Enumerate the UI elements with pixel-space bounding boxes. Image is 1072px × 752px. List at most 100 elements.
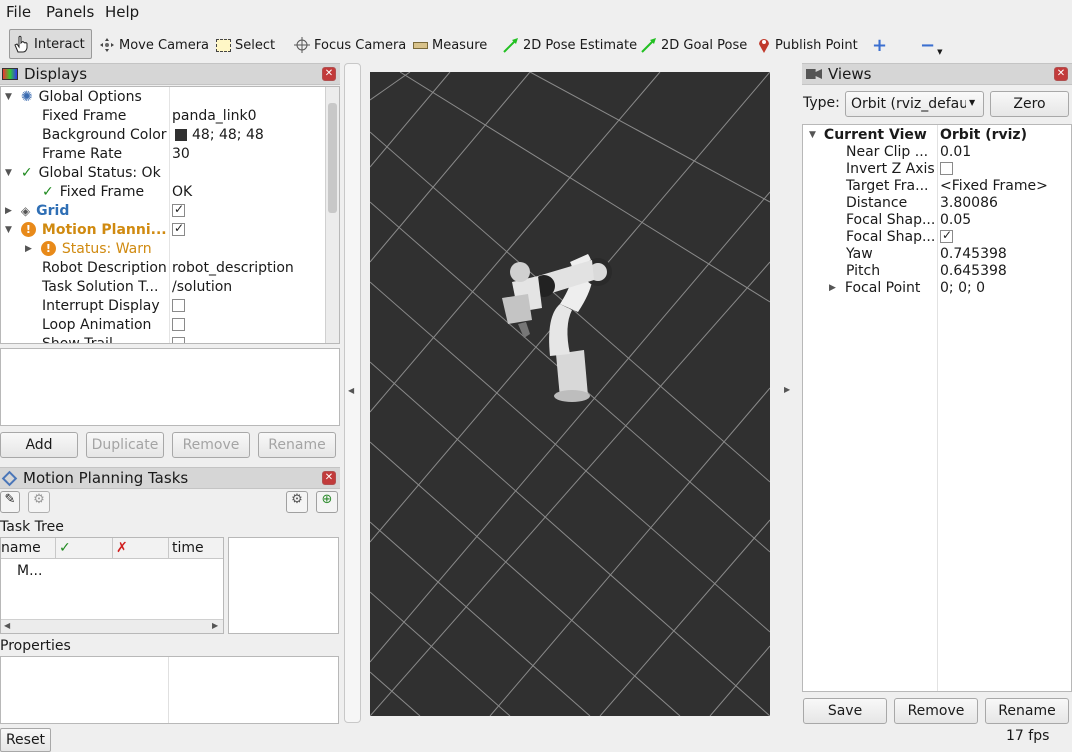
gears-icon[interactable]: ⚙	[286, 491, 308, 513]
right-splitter[interactable]: ▶	[778, 63, 798, 723]
robot-description-label: Robot Description	[42, 259, 167, 276]
menu-help[interactable]: Help	[105, 3, 139, 21]
checkbox[interactable]	[940, 162, 953, 175]
show-trail-label: Show Trail	[42, 335, 113, 344]
remove-display-button[interactable]: Remove	[172, 432, 250, 458]
minus-icon: −	[920, 34, 936, 56]
task-solution-label: Task Solution T...	[42, 278, 159, 295]
chevron-down-icon[interactable]: ▼	[5, 92, 12, 102]
status-warn-row[interactable]: ▶ ! Status: Warn	[25, 239, 152, 258]
measure-tool[interactable]: Measure	[413, 34, 487, 56]
frame-rate-value[interactable]: 30	[172, 144, 190, 163]
save-view-button[interactable]: Save	[803, 698, 887, 724]
horizontal-scrollbar[interactable]: ◀ ▶	[1, 619, 223, 633]
motion-planning-row[interactable]: ▼ ! Motion Planni...	[5, 220, 167, 239]
zero-button[interactable]: Zero	[990, 91, 1069, 117]
fixed-frame-value[interactable]: panda_link0	[172, 106, 256, 125]
col-ok-header[interactable]: ✓	[59, 540, 71, 556]
close-icon[interactable]: ✕	[322, 67, 336, 81]
view-type-select[interactable]: Orbit (rviz_defau ▼	[845, 91, 984, 117]
green-arrow-icon	[503, 38, 518, 53]
reset-button[interactable]: Reset	[0, 728, 51, 752]
interrupt-display-label: Interrupt Display	[42, 297, 160, 314]
diamond-icon	[1, 470, 18, 486]
scroll-handle[interactable]	[328, 103, 337, 213]
chevron-right-icon[interactable]: ▶	[829, 283, 836, 293]
menu-bar: File Panels Help	[0, 0, 1072, 24]
goal-pose-tool[interactable]: 2D Goal Pose	[641, 34, 747, 56]
background-color-value[interactable]: 48; 48; 48	[175, 125, 264, 144]
table-row[interactable]: M...	[17, 561, 42, 580]
views-title-bar: Views ✕	[802, 63, 1072, 85]
motion-planning-enabled-checkbox[interactable]	[172, 220, 185, 239]
chevron-left-icon[interactable]: ◀	[348, 386, 354, 395]
chevron-down-icon[interactable]: ▼	[809, 130, 816, 140]
chevron-down-icon[interactable]: ▼	[5, 168, 12, 178]
edit-icon[interactable]: ✎	[0, 491, 20, 513]
scrollbar[interactable]	[325, 87, 339, 343]
checkbox[interactable]	[940, 228, 953, 243]
col-name-header[interactable]: name	[1, 540, 41, 556]
global-options-label: Global Options	[38, 88, 142, 105]
gear-icon: ✺	[20, 88, 33, 105]
render-viewport[interactable]	[370, 72, 770, 716]
view-type-label: Type:	[803, 95, 840, 111]
plus-icon: +	[872, 34, 888, 56]
displays-title-bar: Displays ✕	[0, 63, 340, 85]
task-tree-label: Task Tree	[0, 519, 64, 535]
color-swatch	[175, 128, 187, 141]
status-fixed-frame-label: Fixed Frame	[59, 183, 145, 200]
checkbox[interactable]	[172, 221, 185, 236]
select-tool[interactable]: Select	[216, 34, 275, 56]
task-solution-value[interactable]: /solution	[172, 277, 232, 296]
ruler-icon	[413, 41, 428, 49]
add-display-button[interactable]: Add	[0, 432, 78, 458]
show-trail-checkbox[interactable]	[172, 334, 185, 343]
checkbox[interactable]	[172, 202, 185, 217]
loop-animation-label: Loop Animation	[42, 316, 152, 333]
col-fail-header[interactable]: ✗	[116, 540, 128, 556]
close-icon[interactable]: ✕	[322, 471, 336, 485]
remove-view-button[interactable]: Remove	[894, 698, 978, 724]
focus-camera-tool[interactable]: Focus Camera	[294, 34, 406, 56]
chevron-down-icon[interactable]: ▼	[5, 225, 12, 235]
publish-point-label: Publish Point	[775, 37, 858, 53]
loop-animation-checkbox[interactable]	[172, 315, 185, 334]
grid-enabled-checkbox[interactable]	[172, 201, 185, 220]
rename-display-button[interactable]: Rename	[258, 432, 336, 458]
interrupt-display-checkbox[interactable]	[172, 296, 185, 315]
move-camera-tool[interactable]: Move Camera	[99, 34, 209, 56]
duplicate-display-button[interactable]: Duplicate	[86, 432, 164, 458]
add-tool-button[interactable]: +	[872, 34, 887, 56]
robot-description-value[interactable]: robot_description	[172, 258, 294, 277]
pose-estimate-tool[interactable]: 2D Pose Estimate	[503, 34, 637, 56]
move-camera-label: Move Camera	[119, 37, 210, 53]
settings-gear-icon[interactable]: ⚙	[28, 491, 50, 513]
focal-point-row[interactable]: ▶ Focal Point	[829, 278, 920, 297]
global-options-row[interactable]: ▼ ✺ Global Options	[5, 87, 142, 106]
chevron-left-icon[interactable]: ◀	[4, 621, 10, 630]
global-status-row[interactable]: ▼ ✓ Global Status: Ok	[5, 163, 161, 182]
grid-row[interactable]: ▶ ◈ Grid	[5, 201, 69, 220]
add-task-icon[interactable]: ⊕	[316, 491, 338, 513]
remove-tool-button[interactable]: − ▼	[920, 34, 942, 57]
toolbar: Interact Move Camera Select Focus Camera…	[0, 26, 1072, 62]
chevron-right-icon[interactable]: ▶	[25, 244, 32, 254]
menu-panels[interactable]: Panels	[46, 3, 94, 21]
menu-file[interactable]: File	[6, 3, 31, 21]
close-icon[interactable]: ✕	[1054, 67, 1068, 81]
checkbox[interactable]	[172, 299, 185, 312]
task-tree-table: name ✓ ✗ time M... ◀ ▶	[0, 537, 224, 634]
checkbox[interactable]	[172, 318, 185, 331]
col-time-header[interactable]: time	[172, 540, 204, 556]
chevron-right-icon[interactable]: ▶	[784, 385, 790, 394]
focal-point-value[interactable]: 0; 0; 0	[940, 278, 985, 297]
checkbox[interactable]	[172, 337, 185, 343]
interact-tool[interactable]: Interact	[9, 29, 92, 59]
move-camera-icon	[100, 38, 114, 52]
left-splitter[interactable]: ◀	[344, 63, 361, 723]
chevron-right-icon[interactable]: ▶	[5, 206, 12, 216]
rename-view-button[interactable]: Rename	[985, 698, 1069, 724]
chevron-right-icon[interactable]: ▶	[212, 621, 218, 630]
publish-point-tool[interactable]: Publish Point	[757, 34, 858, 56]
